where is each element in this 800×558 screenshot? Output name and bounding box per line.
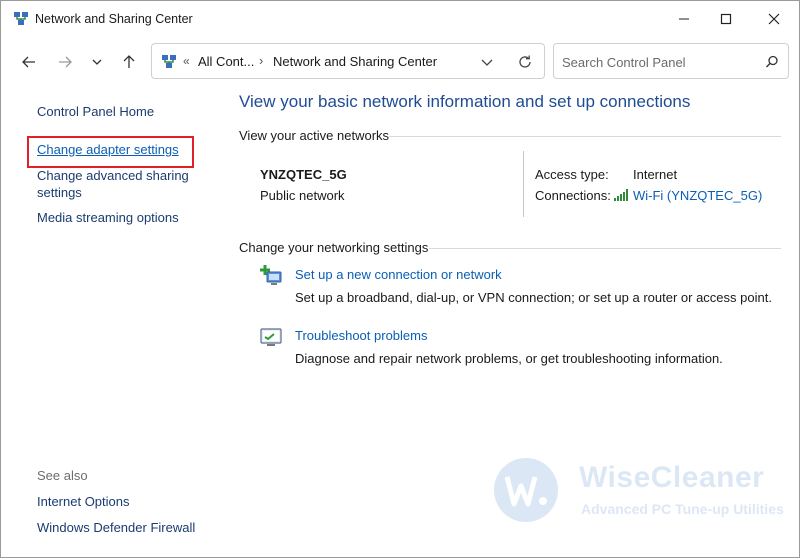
active-networks-heading: View your active networks <box>239 128 390 143</box>
wifi-signal-icon <box>614 189 628 201</box>
see-also-heading: See also <box>37 468 88 483</box>
new-connection-icon <box>259 264 283 288</box>
access-type-label: Access type: <box>535 167 609 182</box>
maximize-button[interactable] <box>703 1 749 37</box>
set-up-new-connection-description: Set up a broadband, dial-up, or VPN conn… <box>295 290 772 305</box>
recent-locations-button[interactable] <box>84 49 110 75</box>
control-panel-icon <box>161 54 177 70</box>
change-adapter-settings-link[interactable]: Change adapter settings <box>37 141 179 158</box>
access-type-value: Internet <box>633 167 678 182</box>
internet-options-link[interactable]: Internet Options <box>37 493 130 510</box>
connections-label: Connections: <box>535 188 611 203</box>
minimize-button[interactable] <box>661 1 707 37</box>
left-pane: Control Panel Home Change adapter settin… <box>1 87 219 557</box>
vertical-divider <box>523 151 524 217</box>
address-overflow-chevron[interactable]: « <box>183 54 190 68</box>
window-title: Network and Sharing Center <box>35 12 193 26</box>
change-settings-heading: Change your networking settings <box>239 240 429 255</box>
search-icon[interactable] <box>764 54 780 70</box>
control-panel-home-link[interactable]: Control Panel Home <box>37 103 154 120</box>
watermark: WiseCleaner Advanced PC Tune-up Utilitie… <box>491 455 791 525</box>
close-button[interactable] <box>751 1 797 37</box>
search-input[interactable] <box>562 53 752 71</box>
section-divider <box>389 136 781 137</box>
breadcrumb-all-control-panel[interactable]: All Cont... <box>198 54 254 69</box>
watermark-tagline: Advanced PC Tune-up Utilities <box>581 501 784 517</box>
up-button[interactable] <box>116 49 142 75</box>
window: Network and Sharing Center « All Cont...… <box>0 0 800 558</box>
watermark-logo-icon <box>494 458 558 522</box>
refresh-icon[interactable] <box>516 53 534 71</box>
media-streaming-options-link[interactable]: Media streaming options <box>37 209 179 226</box>
title-bar: Network and Sharing Center <box>1 1 799 37</box>
watermark-brand: WiseCleaner <box>579 461 765 494</box>
change-advanced-sharing-settings-link[interactable]: Change advanced sharing settings <box>37 167 207 201</box>
network-name: YNZQTEC_5G <box>260 167 347 182</box>
troubleshoot-problems-link[interactable]: Troubleshoot problems <box>295 328 427 343</box>
search-box[interactable] <box>553 43 789 79</box>
back-button[interactable] <box>16 49 42 75</box>
windows-defender-firewall-link[interactable]: Windows Defender Firewall <box>37 519 195 536</box>
page-title: View your basic network information and … <box>239 92 691 111</box>
navigation-bar: « All Cont... › Network and Sharing Cent… <box>1 39 799 85</box>
network-center-icon <box>13 11 29 27</box>
breadcrumb-network-sharing-center[interactable]: Network and Sharing Center <box>273 54 437 69</box>
troubleshoot-icon <box>259 325 283 349</box>
forward-button[interactable] <box>52 49 78 75</box>
troubleshoot-problems-description: Diagnose and repair network problems, or… <box>295 351 723 366</box>
wifi-connection-link[interactable]: Wi-Fi (YNZQTEC_5G) <box>633 188 762 203</box>
address-dropdown-icon[interactable] <box>478 53 496 71</box>
breadcrumb-separator-icon[interactable]: › <box>259 53 263 68</box>
network-type[interactable]: Public network <box>260 188 345 203</box>
set-up-new-connection-link[interactable]: Set up a new connection or network <box>295 267 502 282</box>
section-divider <box>429 248 781 249</box>
address-bar[interactable]: « All Cont... › Network and Sharing Cent… <box>151 43 545 79</box>
